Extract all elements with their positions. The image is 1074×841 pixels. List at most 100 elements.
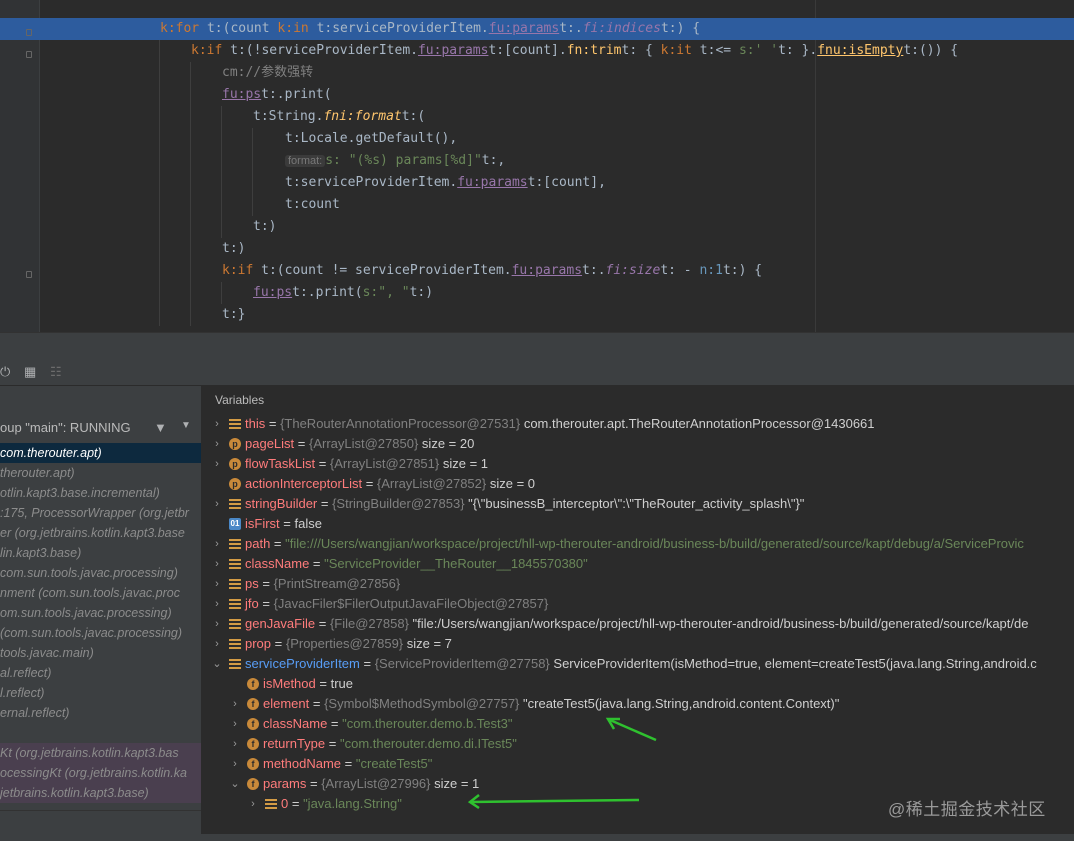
layout-icon[interactable]: ☷ <box>50 364 62 380</box>
code-line[interactable]: t:) <box>0 238 1074 260</box>
stack-frame-item[interactable]: otlin.kapt3.base.incremental) <box>0 483 201 503</box>
code-line[interactable]: t:) <box>0 216 1074 238</box>
code-token: fu:params <box>488 21 560 36</box>
stack-frame-item[interactable]: :175, ProcessorWrapper (org.jetbr <box>0 503 201 523</box>
code-line[interactable]: k:if t:(count != serviceProviderItem.fu:… <box>0 260 1074 282</box>
variable-row[interactable]: 01 isFirst = false <box>202 514 1074 534</box>
code-line[interactable]: k:if t:(!serviceProviderItem.fu:paramst:… <box>0 40 1074 62</box>
variable-name: ps <box>245 576 259 591</box>
code-line-current[interactable]: k:for t:(count k:in t:serviceProviderIte… <box>0 18 1074 40</box>
indent-guide <box>190 84 191 106</box>
stack-frame-item[interactable]: lin.kapt3.base) <box>0 543 201 563</box>
equals-sign: = <box>325 736 340 751</box>
variable-row[interactable]: ⌄ f params = {ArrayList@27996} size = 1 <box>202 774 1074 794</box>
variable-row[interactable]: › className = "ServiceProvider__TheRouter… <box>202 554 1074 574</box>
variable-text: stringBuilder = {StringBuilder@27853} "{… <box>245 494 804 514</box>
chevron-down-icon[interactable]: ⌄ <box>211 654 223 674</box>
stack-frame-item[interactable]: om.sun.tools.javac.processing) <box>0 603 201 623</box>
code-text: t:Locale.getDefault(), <box>285 128 457 150</box>
filter-icon[interactable]: ▼ <box>154 420 167 435</box>
variable-row[interactable]: › stringBuilder = {StringBuilder@27853} "… <box>202 494 1074 514</box>
chevron-right-icon[interactable]: › <box>229 734 241 754</box>
chevron-right-icon[interactable]: › <box>211 634 223 654</box>
stack-frame-item[interactable]: ocessingKt (org.jetbrains.kotlin.ka <box>0 763 201 783</box>
code-line[interactable]: t:serviceProviderItem.fu:paramst:[count]… <box>0 172 1074 194</box>
chevron-right-icon[interactable]: › <box>211 574 223 594</box>
code-token: t:Locale.getDefault(), <box>285 131 458 146</box>
code-token: s:", " <box>362 285 410 300</box>
code-line[interactable]: t:count <box>0 194 1074 216</box>
stack-frame-item[interactable]: jetbrains.kotlin.kapt3.base) <box>0 783 201 803</box>
variable-row[interactable]: p actionInterceptorList = {ArrayList@2785… <box>202 474 1074 494</box>
fold-marker-icon[interactable] <box>26 29 32 36</box>
chevron-right-icon[interactable]: › <box>211 494 223 514</box>
stack-frame-item[interactable]: therouter.apt) <box>0 463 201 483</box>
chevron-right-icon[interactable]: › <box>211 414 223 434</box>
indent-guide <box>190 282 191 304</box>
variable-row[interactable]: › path = "file:///Users/wangjian/workspac… <box>202 534 1074 554</box>
variable-row[interactable]: › p flowTaskList = {ArrayList@27851} size … <box>202 454 1074 474</box>
chevron-down-icon[interactable]: ▼ <box>181 420 191 431</box>
stack-frame-item[interactable]: l.reflect) <box>0 683 201 703</box>
chevron-right-icon[interactable]: › <box>211 454 223 474</box>
code-token: t:) { <box>722 263 763 278</box>
variable-row[interactable]: › genJavaFile = {File@27858} "file:/Users… <box>202 614 1074 634</box>
code-line[interactable]: t:String.fni:formatt:( <box>0 106 1074 128</box>
chevron-right-icon[interactable]: › <box>247 794 259 814</box>
stack-frame-item[interactable]: com.therouter.apt) <box>0 443 201 463</box>
indent-guide <box>159 40 160 62</box>
chevron-right-icon[interactable]: › <box>211 614 223 634</box>
chevron-right-icon[interactable]: › <box>211 534 223 554</box>
stack-frame-item[interactable]: (com.sun.tools.javac.processing) <box>0 623 201 643</box>
chevron-right-icon[interactable]: › <box>229 694 241 714</box>
fold-marker-icon[interactable] <box>26 51 32 58</box>
variable-row[interactable]: › f element = {Symbol$MethodSymbol@27757} … <box>202 694 1074 714</box>
variable-row[interactable]: › this = {TheRouterAnnotationProcessor@27… <box>202 414 1074 434</box>
code-line[interactable]: t:Locale.getDefault(), <box>0 128 1074 150</box>
chevron-down-icon[interactable]: ⌄ <box>229 774 241 794</box>
stack-frame-item[interactable]: com.sun.tools.javac.processing) <box>0 563 201 583</box>
variable-row[interactable]: › prop = {Properties@27859} size = 7 <box>202 634 1074 654</box>
variable-text: jfo = {JavacFiler$FilerOutputJavaFileObj… <box>245 594 548 614</box>
list-icon <box>229 618 241 630</box>
chevron-right-icon[interactable]: › <box>229 714 241 734</box>
stack-frame-item[interactable]: ernal.reflect) <box>0 703 201 723</box>
table-view-icon[interactable]: ▦ <box>24 364 36 380</box>
code-line[interactable]: format: s: "(%s) params[%d]"t:, <box>0 150 1074 172</box>
variable-text: actionInterceptorList = {ArrayList@27852… <box>245 474 535 494</box>
variable-row[interactable]: › ps = {PrintStream@27856} <box>202 574 1074 594</box>
chevron-right-icon[interactable]: › <box>229 754 241 774</box>
stack-frame-item[interactable] <box>0 723 201 743</box>
thread-selector[interactable]: oup "main": RUNNING <box>0 416 201 440</box>
code-line[interactable]: t:} <box>0 304 1074 326</box>
variable-row[interactable]: › p pageList = {ArrayList@27850} size = 20 <box>202 434 1074 454</box>
code-token: t:} <box>222 307 246 322</box>
chevron-right-icon[interactable]: › <box>211 434 223 454</box>
code-token: fu:params <box>417 43 489 58</box>
code-token: t:[count], <box>527 175 606 190</box>
code-line[interactable]: fu:pst:.print( <box>0 84 1074 106</box>
code-line[interactable]: cm://参数强转 <box>0 62 1074 84</box>
variable-row[interactable]: › f methodName = "createTest5" <box>202 754 1074 774</box>
variable-row[interactable]: › jfo = {JavacFiler$FilerOutputJavaFileOb… <box>202 594 1074 614</box>
indent-guide <box>159 62 160 84</box>
debug-toolbar: ⏻ ▦ ☷ <box>0 358 1074 386</box>
variable-type: {ArrayList@27852} <box>376 476 487 491</box>
chevron-right-icon[interactable]: › <box>211 594 223 614</box>
code-editor[interactable]: k:for t:(count k:in t:serviceProviderIte… <box>0 0 1074 332</box>
chevron-right-icon[interactable]: › <box>211 554 223 574</box>
more-icon[interactable]: ⏻ <box>0 364 10 380</box>
equals-sign: = <box>258 596 274 611</box>
stack-frame-item[interactable]: al.reflect) <box>0 663 201 683</box>
stack-frame-item[interactable]: nment (com.sun.tools.javac.proc <box>0 583 201 603</box>
variable-row[interactable]: f isMethod = true <box>202 674 1074 694</box>
stack-frame-item[interactable]: Kt (org.jetbrains.kotlin.kapt3.bas <box>0 743 201 763</box>
variable-row[interactable]: ⌄ serviceProviderItem = {ServiceProviderI… <box>202 654 1074 674</box>
code-token: t:(count <box>206 21 278 36</box>
code-line[interactable]: fu:pst:.print(s:", "t:) <box>0 282 1074 304</box>
variable-value: "createTest5(java.lang.String,android.co… <box>519 696 840 711</box>
fold-marker-icon[interactable] <box>26 271 32 278</box>
stack-frame-item[interactable]: tools.javac.main) <box>0 643 201 663</box>
stack-frame-item[interactable]: er (org.jetbrains.kotlin.kapt3.base <box>0 523 201 543</box>
code-token: t:String. <box>253 109 324 124</box>
